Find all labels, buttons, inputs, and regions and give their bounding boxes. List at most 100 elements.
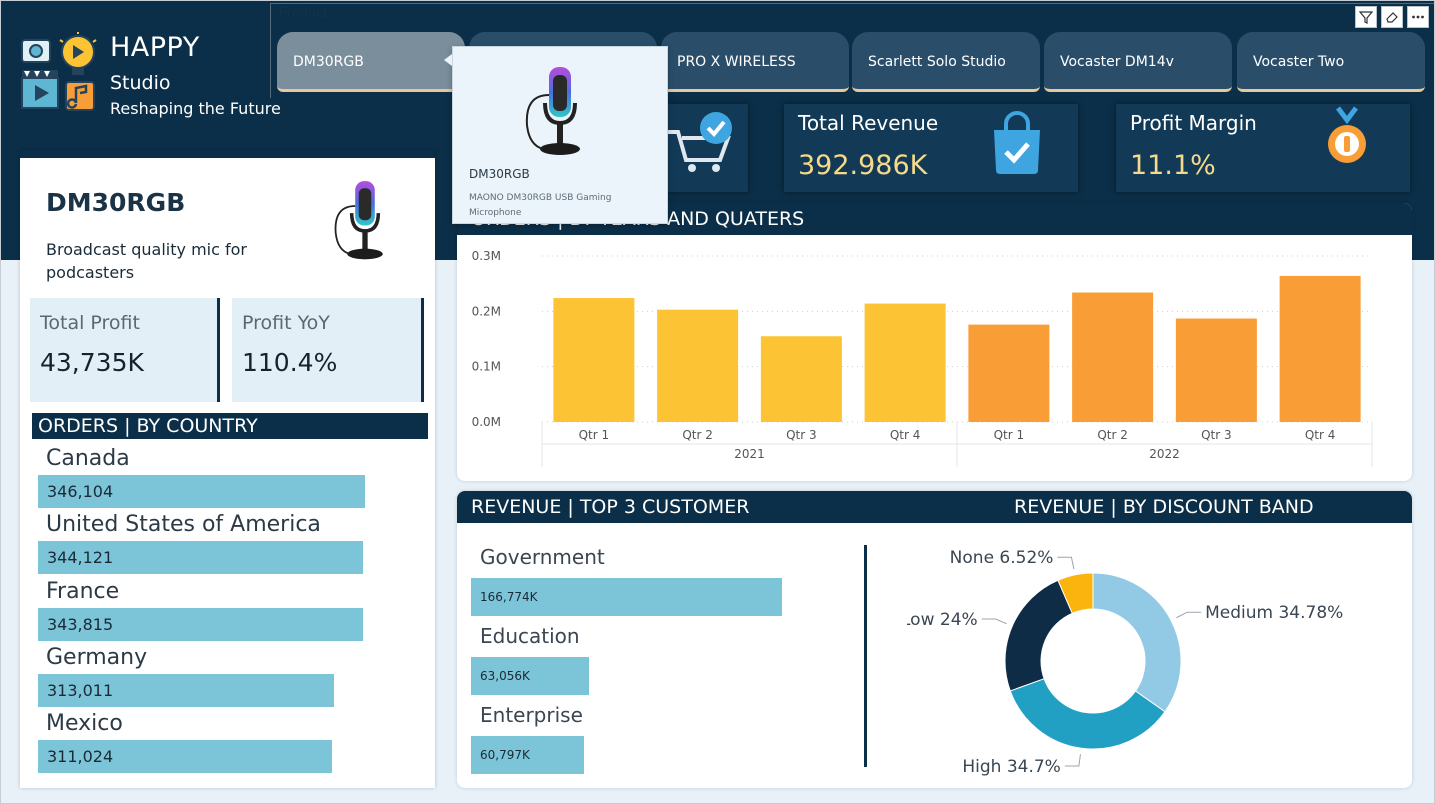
donut-slice xyxy=(1004,579,1073,692)
customer-bar: 60,797K xyxy=(471,736,585,774)
brand-tagline: Reshaping the Future xyxy=(110,99,281,118)
tooltip-product-description: MAONO DM30RGB USB Gaming Microphone xyxy=(469,193,612,218)
country-bar: 343,815 xyxy=(38,607,363,641)
shopping-bag-icon xyxy=(994,111,1040,174)
customer-bar-value: 63,056K xyxy=(480,669,530,683)
donut-leader-line xyxy=(1176,611,1202,619)
quarter-bar xyxy=(760,336,842,422)
kpi-revenue-value: 392.986K xyxy=(798,150,928,181)
cart-check-icon xyxy=(666,112,732,172)
x-tick-label: Qtr 3 xyxy=(786,428,817,442)
country-bar-value: 311,024 xyxy=(47,747,114,767)
customer-bar-value: 166,774K xyxy=(480,590,538,604)
orders-by-country-title: ORDERS | BY COUNTRY xyxy=(32,413,428,439)
country-bar-value: 344,121 xyxy=(47,548,114,568)
x-tick-label: Qtr 1 xyxy=(579,428,610,442)
country-bar-value: 343,815 xyxy=(47,614,114,634)
donut-label: Medium 34.78% xyxy=(1205,603,1343,623)
profit-yoy-card: Profit YoY 110.4% xyxy=(232,298,424,402)
studio-logo-icon xyxy=(21,32,97,111)
slicer-item-vocaster-dm14v[interactable]: Vocaster DM14v xyxy=(1044,32,1232,92)
slicer-toolbar xyxy=(1355,6,1429,28)
country-name: Canada xyxy=(46,446,130,471)
revenue-card: REVENUE | TOP 3 CUSTOMER REVENUE | BY DI… xyxy=(457,491,1412,788)
customer-name: Government xyxy=(480,545,605,569)
quarter-bar xyxy=(968,324,1050,422)
brand-title: HAPPY xyxy=(110,32,200,63)
product-description: Broadcast quality mic for podcasters xyxy=(46,240,247,282)
total-profit-label: Total Profit xyxy=(40,312,140,334)
x-tick-label: Qtr 2 xyxy=(1097,428,1128,442)
slicer-item-vocaster-two[interactable]: Vocaster Two xyxy=(1237,32,1425,92)
orders-bar-chart: 0.0M 0.1M 0.2M 0.3M Qtr 1 Qtr 2 Qtr 3 Qtr 4 2021… xyxy=(472,249,1373,467)
total-profit-value: 43,735K xyxy=(40,348,144,377)
customer-bar: 166,774K xyxy=(471,578,782,616)
country-bar-value: 346,104 xyxy=(47,482,114,501)
slicer-item-pro-x-wireless[interactable]: PRO X WIRELESS xyxy=(661,32,849,92)
donut-leader-line xyxy=(1057,556,1075,570)
country-bar: 344,121 xyxy=(38,541,364,575)
tooltip-arrow xyxy=(444,54,452,66)
top-customers-title: REVENUE | TOP 3 CUSTOMER xyxy=(471,496,750,518)
total-profit-card: Total Profit 43,735K xyxy=(30,298,220,402)
country-bar-value: 313,011 xyxy=(47,680,114,700)
quarter-bar xyxy=(553,298,635,422)
donut-label: None 6.52% xyxy=(950,548,1054,568)
filter-icon[interactable] xyxy=(1355,6,1377,28)
donut-label: High 34.7% xyxy=(962,757,1060,777)
kpi-revenue-label: Total Revenue xyxy=(798,111,939,135)
year-group-label: 2022 xyxy=(1149,447,1180,461)
quarter-bar xyxy=(1175,318,1257,422)
customer-bar-value: 60,797K xyxy=(480,748,530,762)
x-tick-label: Qtr 4 xyxy=(890,428,921,442)
quarter-bar xyxy=(657,309,739,422)
product-card: DM30RGB Broadcast quality mic for podcas… xyxy=(20,150,435,788)
kpi-margin-value: 11.1% xyxy=(1130,150,1216,181)
x-tick-label: Qtr 2 xyxy=(682,428,713,442)
donut-label: Low 24% xyxy=(907,610,978,630)
kpi-card-total-revenue: Total Revenue 392.986K xyxy=(784,104,1078,192)
profit-yoy-label: Profit YoY xyxy=(242,312,330,334)
quarter-bar xyxy=(864,303,946,422)
brand-logo: HAPPY Studio Reshaping the Future xyxy=(20,28,281,123)
slicer-item-dm30rgb[interactable]: DM30RGB xyxy=(277,32,465,92)
x-tick-label: Qtr 4 xyxy=(1305,428,1336,442)
slicer-title: Product xyxy=(279,6,329,21)
brand-subtitle: Studio xyxy=(110,72,171,94)
eraser-icon[interactable] xyxy=(1381,6,1403,28)
country-name: United States of America xyxy=(46,512,321,538)
quarter-bar xyxy=(1072,292,1154,422)
orders-by-quarter-card: ORDERS | BY YEARS AND QUATERS 0.0M0.1M0.… xyxy=(457,203,1412,481)
country-bar: 311,024 xyxy=(38,740,332,774)
kpi-card-profit-margin: Profit Margin 11.1% xyxy=(1116,104,1410,192)
product-name: DM30RGB xyxy=(46,188,186,217)
tooltip-product-name: DM30RGB xyxy=(469,167,530,181)
donut-leader-line xyxy=(1064,754,1081,767)
microphone-image xyxy=(525,67,580,155)
country-name: Germany xyxy=(46,644,148,670)
medal-icon xyxy=(1328,106,1366,163)
slicer-item-scarlett-solo-studio[interactable]: Scarlett Solo Studio xyxy=(852,32,1040,92)
customer-name: Enterprise xyxy=(480,703,583,727)
discount-band-title: REVENUE | BY DISCOUNT BAND xyxy=(1014,496,1314,518)
y-tick-label: 0.3M xyxy=(472,249,501,263)
microphone-image xyxy=(334,181,383,260)
kpi-margin-label: Profit Margin xyxy=(1130,111,1257,135)
donut-slice xyxy=(1092,572,1182,713)
profit-yoy-value: 110.4% xyxy=(242,348,338,377)
y-tick-label: 0.2M xyxy=(472,304,501,318)
country-name: France xyxy=(46,578,120,604)
customer-bar: 63,056K xyxy=(471,657,589,695)
country-bar: 313,011 xyxy=(38,673,334,707)
discount-donut-chart: Medium 34.78% High 34.7% Low 24% None 6.52% xyxy=(907,548,1343,777)
x-tick-label: Qtr 3 xyxy=(1201,428,1232,442)
section-divider xyxy=(864,545,867,767)
country-bar: 346,104 xyxy=(38,475,365,508)
year-group-label: 2021 xyxy=(734,447,765,461)
more-options-icon[interactable] xyxy=(1407,6,1429,28)
y-tick-label: 0.1M xyxy=(472,360,501,374)
country-name: Mexico xyxy=(46,711,123,737)
x-tick-label: Qtr 1 xyxy=(994,428,1025,442)
product-slicer: Product DM30RGB PRO X WIRELESS Scarlett … xyxy=(270,3,1435,98)
customer-name: Education xyxy=(480,624,580,648)
